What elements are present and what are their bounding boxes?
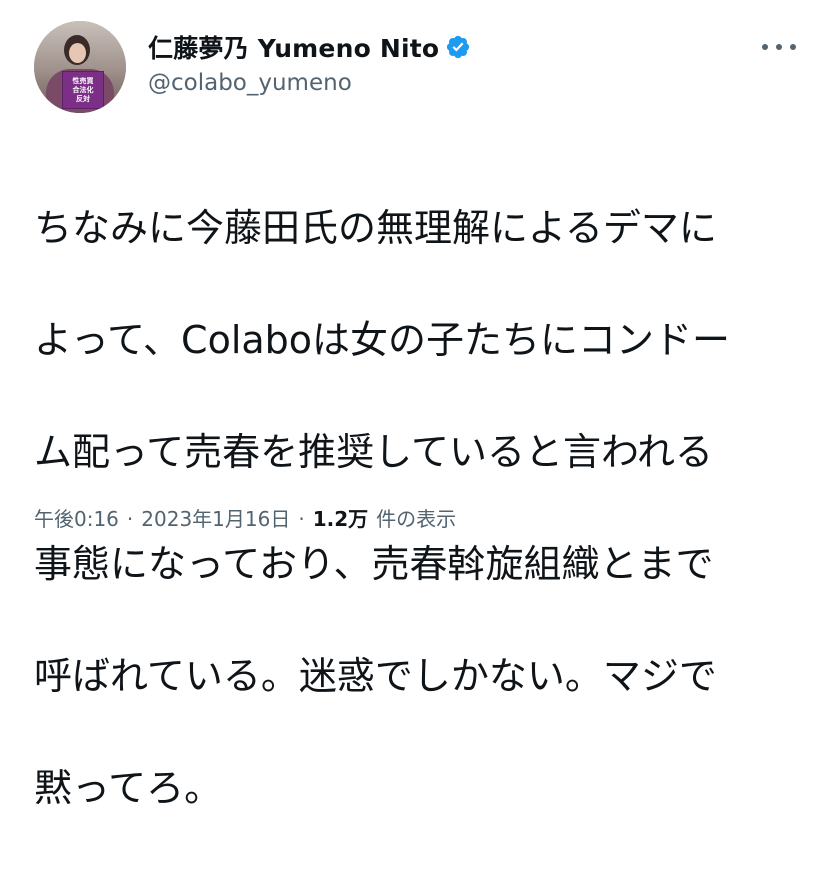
tweet-time[interactable]: 午後0:16	[34, 503, 119, 532]
tweet-text-line: ム配って売春を推奨していると言われる	[34, 430, 714, 474]
avatar[interactable]: 性売買 合法化 反対	[34, 21, 126, 113]
more-options-icon[interactable]	[762, 36, 796, 58]
tweet-text-line: 呼ばれている。迷惑でしかない。マジで	[34, 654, 717, 698]
tweet-text-line: 黙ってろ。	[34, 766, 223, 810]
more-dot	[790, 44, 796, 50]
meta-separator: ·	[298, 507, 305, 531]
views-label: 件の表示	[376, 507, 457, 531]
more-dot	[776, 44, 782, 50]
author-name-row[interactable]: 仁藤夢乃 Yumeno Nito	[148, 30, 471, 64]
avatar-sign-line-2: 合法化	[72, 85, 94, 94]
tweet-meta: 午後0:16 · 2023年1月16日 · 1.2万 件の表示	[34, 503, 456, 532]
avatar-face	[69, 43, 86, 63]
tweet-date[interactable]: 2023年1月16日	[141, 503, 290, 532]
display-name[interactable]: 仁藤夢乃 Yumeno Nito	[148, 29, 439, 65]
tweet-text-line: 事態になっており、売春斡旋組織とまで	[34, 542, 714, 586]
more-dot	[762, 44, 768, 50]
author-handle[interactable]: @colabo_yumeno	[148, 70, 352, 96]
verified-badge-icon	[447, 35, 470, 59]
avatar-sign-line-3: 反対	[76, 94, 90, 103]
avatar-sign-line-1: 性売買	[72, 76, 94, 85]
tweet-text-line: ちなみに今藤田氏の無理解によるデマに	[34, 206, 717, 250]
views-count[interactable]: 1.2万	[313, 503, 368, 532]
avatar-sign: 性売買 合法化 反対	[62, 71, 104, 109]
tweet-text-line: よって、Colaboは女の子たちにコンドー	[34, 318, 731, 362]
meta-separator: ·	[126, 507, 134, 531]
